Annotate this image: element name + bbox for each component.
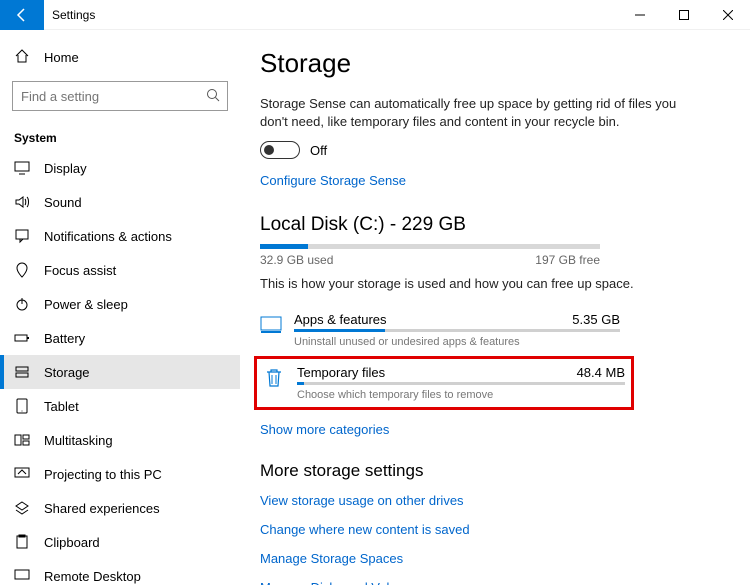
trash-icon bbox=[263, 367, 285, 389]
disk-usage-labels: 32.9 GB used 197 GB free bbox=[260, 253, 600, 267]
nav-label: Notifications & actions bbox=[44, 229, 172, 244]
disk-usage-bar bbox=[260, 244, 600, 249]
cat-bar bbox=[294, 329, 620, 332]
maximize-icon bbox=[679, 10, 689, 20]
nav-label: Focus assist bbox=[44, 263, 116, 278]
window-controls bbox=[618, 0, 750, 30]
usage-desc: This is how your storage is used and how… bbox=[260, 275, 680, 293]
nav-label: Multitasking bbox=[44, 433, 113, 448]
storage-icon bbox=[14, 364, 30, 380]
manage-disks-volumes-link[interactable]: Manage Disks and Volumes bbox=[260, 580, 720, 585]
sidebar: Home System Display Sound Notifications … bbox=[0, 30, 240, 585]
more-storage-settings-header: More storage settings bbox=[260, 461, 720, 481]
disk-usage-fill bbox=[260, 244, 308, 249]
show-more-categories-link[interactable]: Show more categories bbox=[260, 422, 720, 437]
local-disk-header: Local Disk (C:) - 229 GB bbox=[260, 214, 720, 236]
sidebar-item-storage[interactable]: Storage bbox=[0, 355, 240, 389]
clipboard-icon bbox=[14, 534, 30, 550]
close-button[interactable] bbox=[706, 0, 750, 30]
sidebar-item-remote-desktop[interactable]: Remote Desktop bbox=[0, 559, 240, 585]
highlight-box: Temporary files 48.4 MB Choose which temp… bbox=[254, 356, 634, 410]
multitasking-icon bbox=[14, 432, 30, 448]
configure-storage-sense-link[interactable]: Configure Storage Sense bbox=[260, 173, 720, 188]
cat-size: 5.35 GB bbox=[572, 312, 620, 327]
sidebar-item-projecting[interactable]: Projecting to this PC bbox=[0, 457, 240, 491]
shared-icon bbox=[14, 500, 30, 516]
minimize-icon bbox=[635, 10, 645, 20]
window-title: Settings bbox=[52, 8, 95, 22]
cat-name: Apps & features bbox=[294, 312, 387, 327]
sidebar-item-sound[interactable]: Sound bbox=[0, 185, 240, 219]
notifications-icon bbox=[14, 228, 30, 244]
sidebar-item-notifications[interactable]: Notifications & actions bbox=[0, 219, 240, 253]
back-button[interactable] bbox=[0, 0, 44, 30]
cat-size: 48.4 MB bbox=[577, 365, 625, 380]
sidebar-item-multitasking[interactable]: Multitasking bbox=[0, 423, 240, 457]
sidebar-item-clipboard[interactable]: Clipboard bbox=[0, 525, 240, 559]
cat-name: Temporary files bbox=[297, 365, 385, 380]
minimize-button[interactable] bbox=[618, 0, 662, 30]
nav-label: Projecting to this PC bbox=[44, 467, 162, 482]
section-header: System bbox=[0, 117, 240, 151]
close-icon bbox=[723, 10, 733, 20]
maximize-button[interactable] bbox=[662, 0, 706, 30]
nav-label: Display bbox=[44, 161, 87, 176]
page-title: Storage bbox=[260, 48, 720, 79]
nav-label: Clipboard bbox=[44, 535, 100, 550]
storage-sense-toggle[interactable] bbox=[260, 141, 300, 159]
arrow-left-icon bbox=[14, 7, 30, 23]
home-nav[interactable]: Home bbox=[0, 40, 240, 75]
used-label: 32.9 GB used bbox=[260, 253, 333, 267]
power-icon bbox=[14, 296, 30, 312]
manage-storage-spaces-link[interactable]: Manage Storage Spaces bbox=[260, 551, 720, 566]
search-input[interactable] bbox=[12, 81, 228, 111]
free-label: 197 GB free bbox=[535, 253, 600, 267]
cat-bar-fill bbox=[294, 329, 385, 332]
change-save-location-link[interactable]: Change where new content is saved bbox=[260, 522, 720, 537]
focus-assist-icon bbox=[14, 262, 30, 278]
nav-label: Sound bbox=[44, 195, 82, 210]
sidebar-item-display[interactable]: Display bbox=[0, 151, 240, 185]
nav-label: Tablet bbox=[44, 399, 79, 414]
nav-label: Power & sleep bbox=[44, 297, 128, 312]
toggle-knob bbox=[264, 145, 274, 155]
search-icon bbox=[206, 88, 220, 105]
view-usage-other-drives-link[interactable]: View storage usage on other drives bbox=[260, 493, 720, 508]
search-box bbox=[12, 81, 228, 111]
content-area: Storage Storage Sense can automatically … bbox=[240, 30, 750, 585]
home-icon bbox=[14, 48, 30, 67]
storage-sense-toggle-row: Off bbox=[260, 141, 720, 159]
nav-label: Storage bbox=[44, 365, 90, 380]
sidebar-item-focus-assist[interactable]: Focus assist bbox=[0, 253, 240, 287]
cat-bar-fill bbox=[297, 382, 304, 385]
apps-icon bbox=[260, 314, 282, 336]
projecting-icon bbox=[14, 466, 30, 482]
category-temporary-files[interactable]: Temporary files 48.4 MB Choose which temp… bbox=[263, 363, 625, 403]
category-apps-features[interactable]: Apps & features 5.35 GB Uninstall unused … bbox=[260, 304, 620, 356]
titlebar: Settings bbox=[0, 0, 750, 30]
remote-desktop-icon bbox=[14, 568, 30, 584]
nav-label: Shared experiences bbox=[44, 501, 160, 516]
tablet-icon bbox=[14, 398, 30, 414]
cat-sub: Choose which temporary files to remove bbox=[297, 389, 625, 401]
sidebar-item-tablet[interactable]: Tablet bbox=[0, 389, 240, 423]
nav-label: Remote Desktop bbox=[44, 569, 141, 584]
battery-icon bbox=[14, 330, 30, 346]
toggle-label: Off bbox=[310, 143, 327, 158]
sound-icon bbox=[14, 194, 30, 210]
storage-sense-desc: Storage Sense can automatically free up … bbox=[260, 95, 680, 131]
sidebar-item-battery[interactable]: Battery bbox=[0, 321, 240, 355]
cat-sub: Uninstall unused or undesired apps & fea… bbox=[294, 336, 620, 348]
home-label: Home bbox=[44, 50, 79, 65]
cat-bar bbox=[297, 382, 625, 385]
sidebar-item-power[interactable]: Power & sleep bbox=[0, 287, 240, 321]
display-icon bbox=[14, 160, 30, 176]
nav-label: Battery bbox=[44, 331, 85, 346]
sidebar-item-shared[interactable]: Shared experiences bbox=[0, 491, 240, 525]
